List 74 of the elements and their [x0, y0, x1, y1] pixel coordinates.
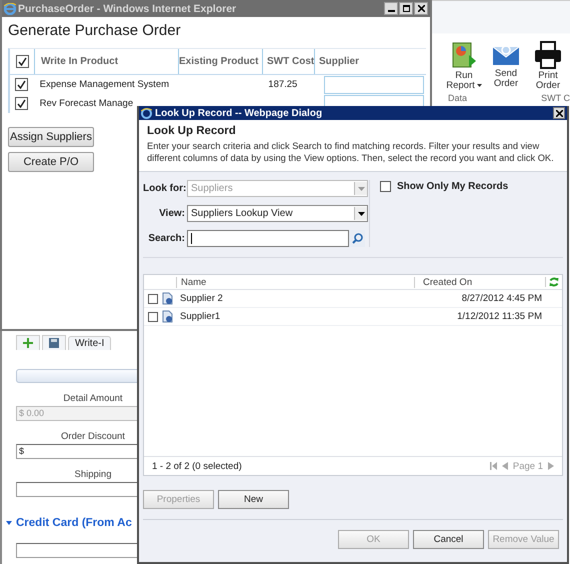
report-icon — [451, 41, 477, 69]
table-cell: 187.25 — [268, 79, 298, 90]
page-number: Page 1 — [512, 460, 543, 472]
field-label: Detail Amount — [62, 393, 124, 404]
search-icon — [352, 233, 362, 244]
dialog-heading: Look Up Record — [147, 125, 237, 137]
column-header[interactable]: Created On — [414, 276, 545, 288]
action-button[interactable]: Create P/O — [8, 152, 94, 172]
tab[interactable] — [16, 335, 40, 350]
checkbox[interactable] — [15, 78, 28, 91]
record-icon — [161, 310, 174, 323]
record-icon — [161, 292, 174, 305]
search-button[interactable] — [349, 230, 365, 247]
save-icon — [49, 338, 59, 348]
dropdown-arrow-icon — [358, 212, 364, 216]
field-label: Order Discount — [60, 431, 126, 442]
section-header[interactable]: Credit Card (From Ac — [16, 517, 132, 529]
field-label: Shipping — [74, 469, 112, 480]
browser-icon — [4, 2, 16, 14]
field-label: Look for: — [143, 183, 185, 194]
action-button[interactable]: Assign Suppliers — [8, 127, 94, 147]
checkbox[interactable] — [380, 181, 391, 192]
checkbox[interactable] — [148, 312, 158, 322]
table-cell: Rev Forecast Manage — [40, 98, 134, 109]
window-title: PurchaseOrder - Windows Internet Explorer — [18, 2, 236, 14]
input-field[interactable] — [324, 76, 424, 94]
maximize-icon — [402, 5, 410, 12]
maximize-button[interactable] — [399, 2, 413, 15]
close-icon — [556, 110, 562, 116]
dropdown[interactable]: Suppliers Lookup View — [187, 205, 368, 222]
checkbox-label: Show Only My Records — [397, 181, 508, 192]
ribbon-button[interactable]: Run Report — [444, 41, 484, 92]
dialog-button[interactable]: Cancel — [413, 530, 484, 549]
dialog-button[interactable]: New — [218, 490, 289, 509]
browser-icon — [141, 108, 152, 118]
input-field[interactable]: $ — [16, 444, 140, 459]
table-cell[interactable]: Supplier1 — [176, 311, 432, 322]
table-cell-text: 1/12/2012 11:35 PM — [456, 311, 543, 322]
dropdown-arrow-icon — [358, 186, 364, 190]
input-field[interactable] — [16, 482, 140, 497]
column-header[interactable]: Name — [176, 276, 414, 288]
minimize-button[interactable] — [384, 2, 398, 15]
checkbox[interactable] — [16, 55, 28, 68]
scrollbar[interactable] — [16, 369, 140, 383]
column-header[interactable]: SWT Cost — [262, 49, 314, 74]
column-header[interactable]: Existing Product — [178, 49, 262, 74]
record-count: 1 - 2 of 2 (0 selected) — [152, 460, 242, 472]
ribbon-group-label: Data — [448, 92, 468, 103]
tab[interactable]: Write-I — [68, 336, 112, 350]
ribbon-button[interactable]: Print Order — [528, 41, 568, 92]
close-button[interactable] — [553, 107, 565, 119]
description: Enter your search criteria and click Search to find matching records. Filter your results and view different columns of data by using the View options. Then, select the record you want and click OK. — [147, 140, 555, 164]
printer-icon — [534, 41, 562, 69]
close-icon — [418, 5, 424, 12]
column-header[interactable]: Supplier — [314, 49, 418, 74]
table-cell[interactable]: Supplier 2 — [176, 293, 432, 304]
ribbon-button[interactable]: Send Order — [486, 41, 526, 92]
refresh-icon[interactable] — [549, 277, 559, 287]
table-cell-text: 8/27/2012 4:45 PM — [460, 293, 543, 304]
close-button[interactable] — [414, 2, 428, 15]
table-cell: Expense Management System — [40, 79, 170, 90]
field-label: Search: — [147, 233, 185, 244]
tab[interactable] — [42, 335, 66, 350]
column-header[interactable]: Write In Product — [34, 49, 178, 74]
checkbox[interactable] — [148, 294, 158, 304]
page-heading: Generate Purchase Order — [7, 21, 182, 41]
checkbox[interactable] — [15, 97, 28, 110]
add-icon — [23, 338, 33, 348]
window-title: Look Up Record -- Webpage Dialog — [155, 108, 322, 118]
field-label: View: — [158, 208, 185, 219]
search-field[interactable] — [187, 230, 349, 247]
expand-arrow-icon[interactable] — [6, 520, 12, 526]
ribbon-group-label: SWT C — [541, 92, 570, 103]
input-field[interactable] — [16, 543, 140, 558]
